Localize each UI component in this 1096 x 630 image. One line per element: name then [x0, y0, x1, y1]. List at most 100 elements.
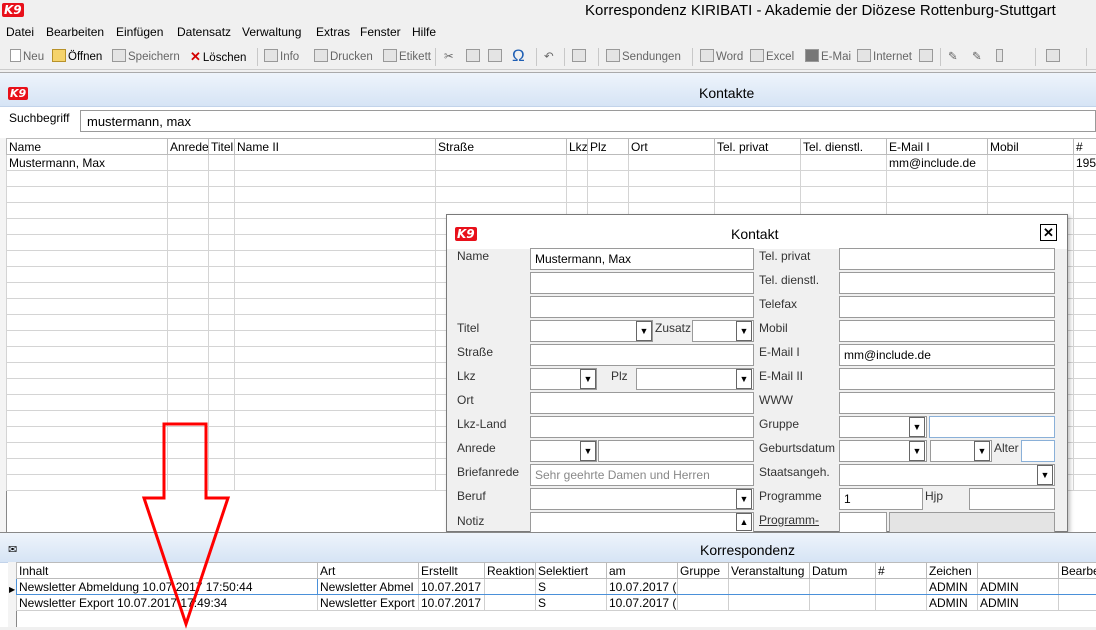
col-erstellt[interactable]: Erstellt [419, 563, 485, 579]
lkz-land-field[interactable] [530, 416, 754, 438]
cell[interactable] [209, 155, 235, 171]
menu-extras[interactable]: Extras [316, 25, 350, 39]
cell-gruppe[interactable] [678, 595, 729, 611]
col-am[interactable]: am [607, 563, 678, 579]
email-button[interactable]: E-Mai [805, 49, 851, 63]
col-veranstaltung[interactable]: Veranstaltung [729, 563, 810, 579]
table-row[interactable] [7, 187, 1096, 203]
cell-art[interactable]: Newsletter Abmel [318, 579, 419, 595]
chevron-down-icon[interactable]: ▼ [909, 441, 925, 461]
notiz-field[interactable] [530, 512, 754, 534]
col-titel[interactable]: Titel [209, 139, 235, 155]
cut-button[interactable]: ✂ [444, 49, 454, 63]
undo-button[interactable]: ↶ [544, 49, 554, 63]
cell-hash[interactable]: 195 [1074, 155, 1096, 171]
col-anrede[interactable]: Anrede [168, 139, 209, 155]
cell-datum[interactable] [810, 579, 876, 595]
special-char-button[interactable]: Ω [512, 46, 525, 66]
cell-am[interactable]: 10.07.2017 ( [607, 595, 678, 611]
col-reaktion[interactable]: Reaktion [485, 563, 536, 579]
menu-fenster[interactable]: Fenster [360, 25, 401, 39]
menu-hilfe[interactable]: Hilfe [412, 25, 436, 39]
chevron-down-icon[interactable]: ▼ [580, 441, 596, 461]
name-field[interactable]: Mustermann, Max [530, 248, 754, 270]
col-email[interactable]: E-Mail I [887, 139, 988, 155]
chevron-down-icon[interactable]: ▼ [1037, 465, 1053, 485]
window-button[interactable] [572, 49, 588, 63]
excel-button[interactable]: Excel [750, 49, 794, 63]
table-row[interactable]: Mustermann, Max mm@include.de 195 [7, 155, 1096, 171]
strasse-field[interactable] [530, 344, 754, 366]
chevron-down-icon[interactable]: ▼ [736, 369, 752, 389]
name2-field[interactable] [530, 272, 754, 294]
new-button[interactable]: Neu [10, 49, 44, 63]
col-plz[interactable]: Plz [588, 139, 629, 155]
cell-zeichen[interactable]: ADMIN [927, 595, 978, 611]
menu-datensatz[interactable]: Datensatz [177, 25, 231, 39]
gruppe-text-field[interactable] [929, 416, 1055, 438]
col-lkz[interactable]: Lkz [567, 139, 588, 155]
cell-hash[interactable] [876, 595, 927, 611]
www-field[interactable] [839, 392, 1055, 414]
cell-veranstaltung[interactable] [729, 595, 810, 611]
cell-erstellt[interactable]: 10.07.2017 [419, 595, 485, 611]
col-gruppe[interactable]: Gruppe [678, 563, 729, 579]
chevron-up-icon[interactable]: ▲ [736, 513, 752, 531]
col-mobil[interactable]: Mobil [988, 139, 1074, 155]
col-bearbeiter[interactable]: Bearbe [1059, 563, 1096, 579]
col-name[interactable]: Name [7, 139, 168, 155]
cell[interactable] [567, 155, 588, 171]
cell[interactable] [629, 155, 715, 171]
tel-dienstl-field[interactable] [839, 272, 1055, 294]
cell[interactable] [715, 155, 801, 171]
col-art[interactable]: Art [318, 563, 419, 579]
cell[interactable] [436, 155, 567, 171]
cell[interactable] [235, 155, 436, 171]
cell-zeichen[interactable]: ADMIN [927, 579, 978, 595]
print-button[interactable]: Drucken [314, 49, 373, 63]
col-name2[interactable]: Name II [235, 139, 436, 155]
chevron-down-icon[interactable]: ▼ [974, 441, 990, 461]
copy-button[interactable] [466, 49, 482, 63]
cell-am[interactable]: 10.07.2017 ( [607, 579, 678, 595]
cell-bearbeiter[interactable] [1059, 579, 1096, 595]
titel-select[interactable] [530, 320, 653, 342]
settings-button[interactable] [1046, 49, 1062, 63]
cell[interactable] [168, 155, 209, 171]
anrede-text-field[interactable] [598, 440, 754, 462]
programme-field[interactable]: 1 [839, 488, 923, 510]
col-zeichen[interactable]: Zeichen [927, 563, 978, 579]
folder-button[interactable] [919, 49, 935, 63]
programm-fach-field[interactable] [839, 512, 887, 534]
col-tel-dienstl[interactable]: Tel. dienstl. [801, 139, 887, 155]
cell-selektiert[interactable]: S [536, 579, 607, 595]
cell-name[interactable]: Mustermann, Max [7, 155, 168, 171]
chevron-down-icon[interactable]: ▼ [909, 417, 925, 437]
cell-reaktion[interactable] [485, 595, 536, 611]
col-datum[interactable]: Datum [810, 563, 876, 579]
cell-user[interactable]: ADMIN [978, 579, 1059, 595]
edit-button[interactable]: ✎ [948, 49, 958, 63]
mobil-field[interactable] [839, 320, 1055, 342]
internet-button[interactable]: Internet [857, 49, 912, 63]
cell[interactable] [588, 155, 629, 171]
menu-datei[interactable]: Datei [6, 25, 34, 39]
cell[interactable] [801, 155, 887, 171]
cell-gruppe[interactable] [678, 579, 729, 595]
col-selektiert[interactable]: Selektiert [536, 563, 607, 579]
info-button[interactable]: Info [264, 49, 299, 63]
staatsangeh-select[interactable] [839, 464, 1055, 486]
pen-button[interactable]: ✎ [972, 49, 982, 63]
briefanrede-field[interactable]: Sehr geehrte Damen und Herren [530, 464, 754, 486]
clip-button[interactable] [996, 49, 1005, 63]
name3-field[interactable] [530, 296, 754, 318]
chevron-down-icon[interactable]: ▼ [580, 369, 596, 389]
cell[interactable] [988, 155, 1074, 171]
tel-privat-field[interactable] [839, 248, 1055, 270]
cell-art[interactable]: Newsletter Export [318, 595, 419, 611]
cell-email[interactable]: mm@include.de [887, 155, 988, 171]
cell-bearbeiter[interactable] [1059, 595, 1096, 611]
ort-field[interactable] [530, 392, 754, 414]
cell-selektiert[interactable]: S [536, 595, 607, 611]
col-strasse[interactable]: Straße [436, 139, 567, 155]
